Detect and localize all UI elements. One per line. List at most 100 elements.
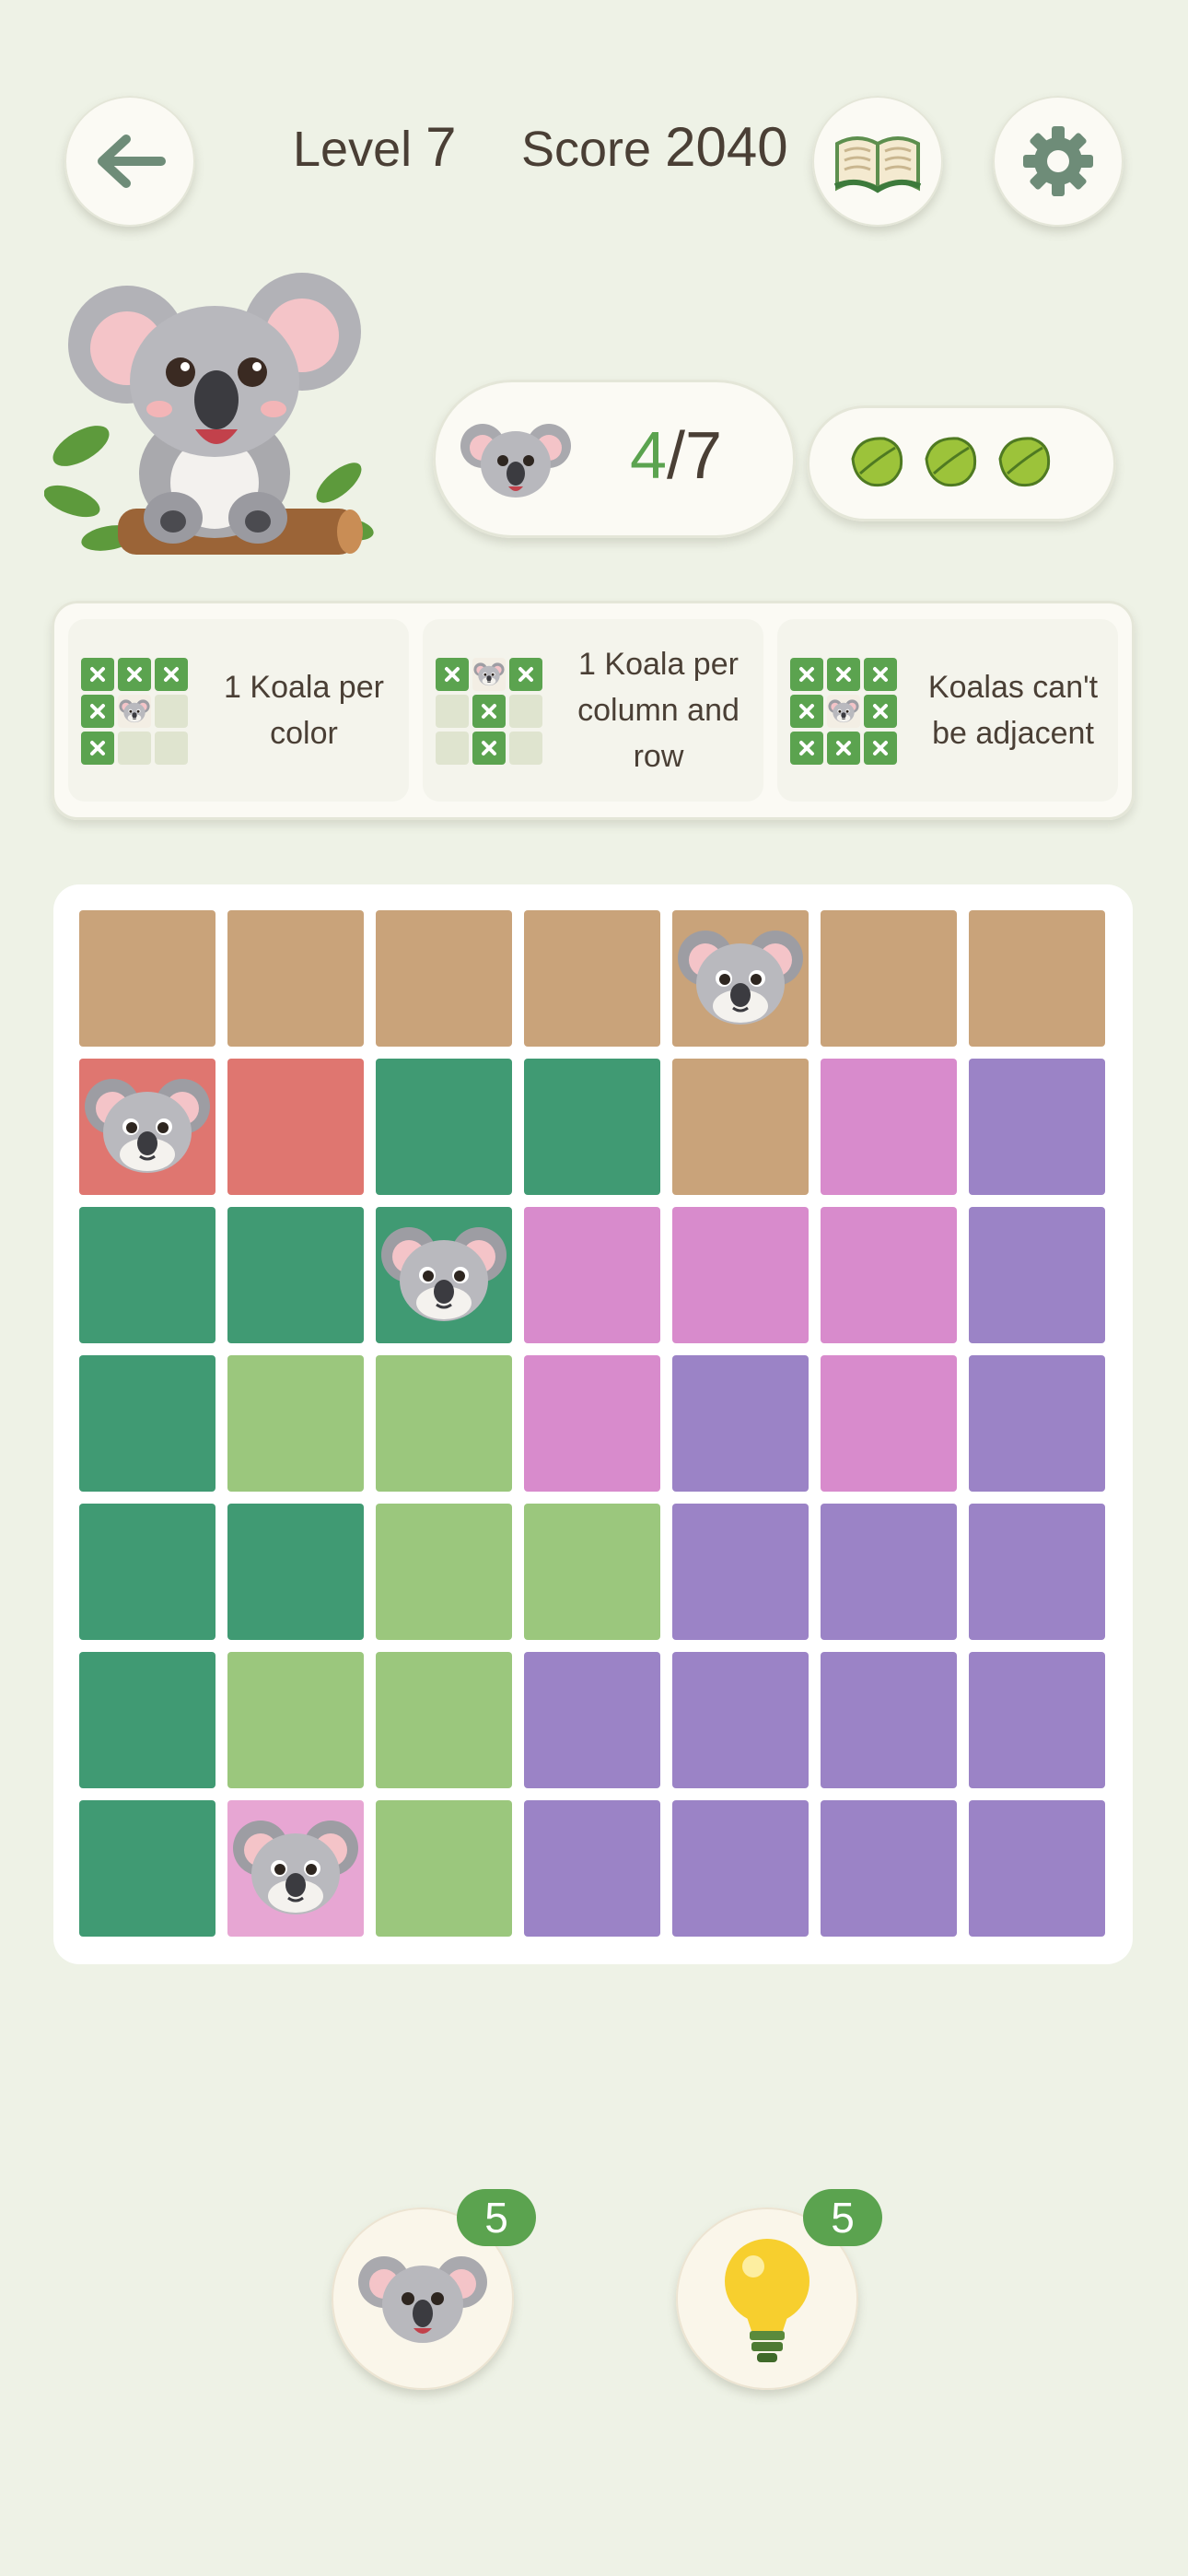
book-icon [833,136,922,193]
board-cell[interactable] [672,910,809,1047]
board-cell[interactable] [672,1207,809,1343]
cross-icon [799,667,814,682]
cross-icon [127,667,142,682]
board-cell[interactable] [79,910,215,1047]
koala-total-count: /7 [667,419,723,493]
board-cell[interactable] [227,1800,364,1937]
board-cell[interactable] [821,910,957,1047]
board-cell[interactable] [672,1355,809,1492]
board-cell[interactable] [376,1652,512,1788]
rule-cross-cell [472,695,506,728]
rules-book-button[interactable] [812,96,943,227]
rule-cross-cell [118,658,151,691]
board-cell[interactable] [524,1652,660,1788]
leaf-life-icon [998,437,1051,487]
board-cell[interactable] [79,1355,215,1492]
rule-empty-cell [436,732,469,765]
rule-empty-cell [436,695,469,728]
cross-icon [90,667,105,682]
cross-icon [518,667,533,682]
board-cell[interactable] [821,1355,957,1492]
back-button[interactable] [64,96,195,227]
score-indicator: Score 2040 [521,115,788,179]
rule-card-adjacent: Koalas can't be adjacent [777,619,1118,802]
board-cell[interactable] [79,1800,215,1937]
cross-icon [90,741,105,755]
board-cell[interactable] [227,1504,364,1640]
board-cell[interactable] [79,1652,215,1788]
board-cell[interactable] [969,1355,1105,1492]
cross-icon [482,741,496,755]
settings-button[interactable] [993,96,1124,227]
rule-text-color: 1 Koala per color [224,670,384,751]
cross-icon [873,704,888,719]
board-cell[interactable] [227,910,364,1047]
cross-icon [799,704,814,719]
koala-progress-text: 4/7 [630,418,722,494]
board-cell[interactable] [227,1207,364,1343]
board-cell[interactable] [672,1504,809,1640]
board-cell[interactable] [376,910,512,1047]
board-cell[interactable] [524,1800,660,1937]
board-cell[interactable] [376,1207,512,1343]
leaf-life-icon [925,437,977,487]
rule-cross-cell [81,658,114,691]
board-cell[interactable] [821,1059,957,1195]
board-cell[interactable] [969,1059,1105,1195]
rule-cross-cell [864,658,897,691]
rule-cross-cell [155,658,188,691]
arrow-left-icon [98,135,166,188]
board-cell[interactable] [227,1355,364,1492]
board-cell[interactable] [672,1652,809,1788]
cross-icon [90,704,105,719]
board-cell[interactable] [524,1207,660,1343]
board-cell[interactable] [672,1059,809,1195]
board-cell[interactable] [376,1504,512,1640]
board-cell[interactable] [969,1800,1105,1937]
rule-empty-cell [155,732,188,765]
cross-icon [873,741,888,755]
rule-empty-cell [509,695,542,728]
rule-cross-cell [436,658,469,691]
board-cell[interactable] [227,1059,364,1195]
board-cell[interactable] [969,910,1105,1047]
board-cell[interactable] [376,1355,512,1492]
cross-icon [873,667,888,682]
cross-icon [836,667,851,682]
koala-icon [460,424,571,498]
koala-progress-pill: 4/7 [433,380,796,538]
board-cell[interactable] [79,1207,215,1343]
rule-cross-cell [790,695,823,728]
level-label: Level [293,122,413,177]
koala-found-count: 4 [630,419,668,493]
board-cell[interactable] [79,1059,215,1195]
board-cell[interactable] [524,1504,660,1640]
leaves-lives-pill [807,405,1116,521]
rule-cross-cell [827,732,860,765]
board-cell[interactable] [821,1504,957,1640]
koala-icon [233,1821,358,1914]
koala-icon [828,699,859,723]
koala-icon [358,2256,487,2343]
board-cell[interactable] [376,1800,512,1937]
board-cell[interactable] [227,1652,364,1788]
rule-empty-cell [155,695,188,728]
board-cell[interactable] [376,1059,512,1195]
hint-powerup-count-badge: 5 [803,2189,882,2246]
koala-icon [381,1227,507,1321]
koala-mascot-illustration [44,273,374,555]
board-cell[interactable] [79,1504,215,1640]
board-cell[interactable] [524,1355,660,1492]
board-cell[interactable] [821,1800,957,1937]
score-label: Score [521,122,652,177]
board-cell[interactable] [969,1504,1105,1640]
board-cell[interactable] [821,1207,957,1343]
rule-card-row-column: 1 Koala per column and row [423,619,763,802]
board-cell[interactable] [524,910,660,1047]
board-cell[interactable] [524,1059,660,1195]
board-cell[interactable] [821,1652,957,1788]
board-cell[interactable] [969,1207,1105,1343]
board-cell[interactable] [672,1800,809,1937]
board-cell[interactable] [969,1652,1105,1788]
game-board [53,884,1133,1964]
